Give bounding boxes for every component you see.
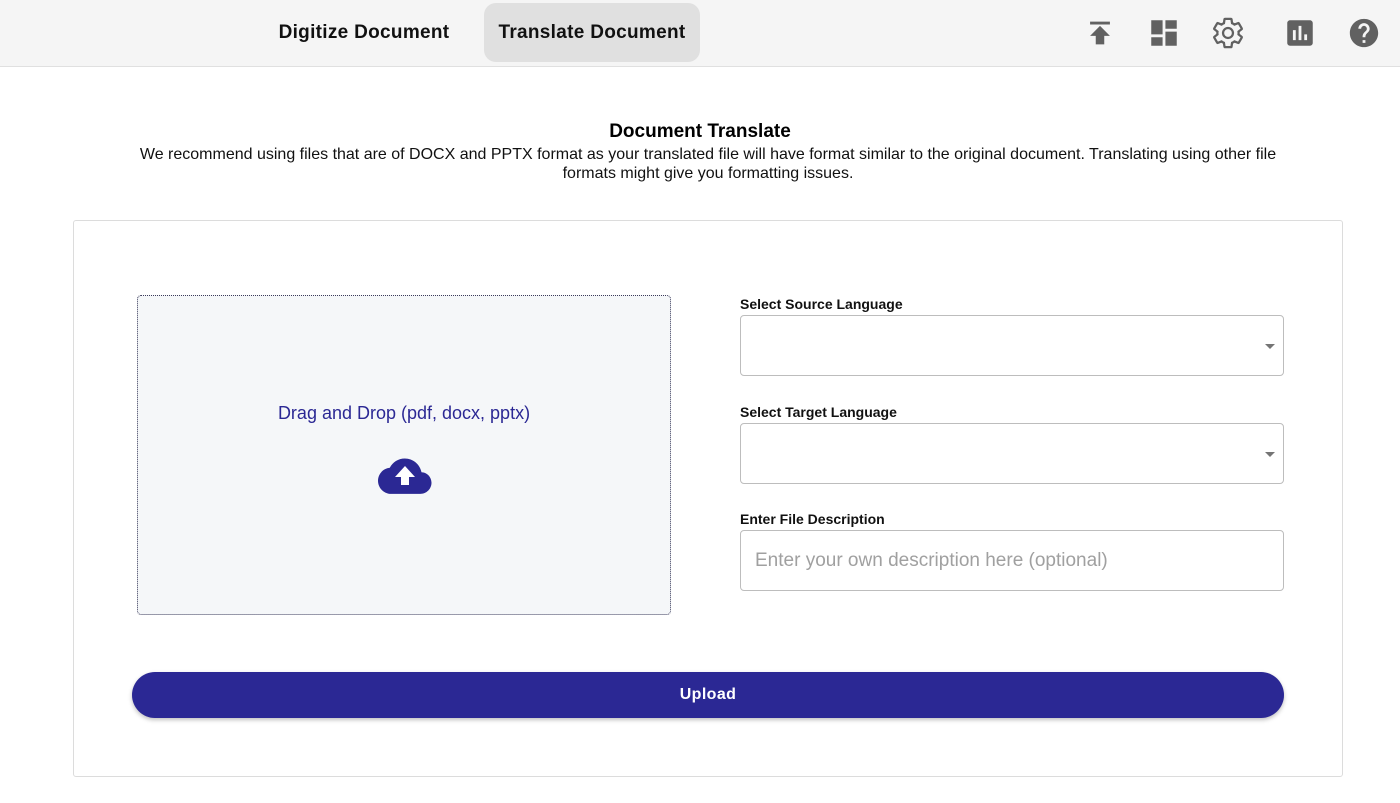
cloud-upload-icon <box>378 456 432 496</box>
file-description-input[interactable] <box>740 530 1284 591</box>
upload-icon[interactable] <box>1081 14 1119 52</box>
file-dropzone[interactable]: Drag and Drop (pdf, docx, pptx) <box>137 295 671 615</box>
page-title: Document Translate <box>609 121 791 142</box>
source-language-label: Select Source Language <box>740 296 903 312</box>
dropdown-caret-icon <box>1265 344 1275 349</box>
top-navigation-bar: Digitize Document Translate Document <box>0 0 1400 67</box>
dropdown-caret-icon <box>1265 452 1275 457</box>
source-language-select[interactable] <box>740 315 1284 376</box>
target-language-select[interactable] <box>740 423 1284 484</box>
tab-digitize-document[interactable]: Digitize Document <box>264 3 464 62</box>
dashboard-icon[interactable] <box>1145 14 1183 52</box>
target-language-label: Select Target Language <box>740 404 897 420</box>
upload-button[interactable]: Upload <box>132 672 1284 718</box>
dropzone-text: Drag and Drop (pdf, docx, pptx) <box>277 403 531 423</box>
file-description-label: Enter File Description <box>740 511 885 527</box>
help-icon[interactable] <box>1345 14 1383 52</box>
analytics-icon[interactable] <box>1281 14 1319 52</box>
tab-translate-document[interactable]: Translate Document <box>484 3 700 62</box>
settings-gear-icon[interactable] <box>1209 14 1247 52</box>
page-description: We recommend using files that are of DOC… <box>139 146 1277 182</box>
